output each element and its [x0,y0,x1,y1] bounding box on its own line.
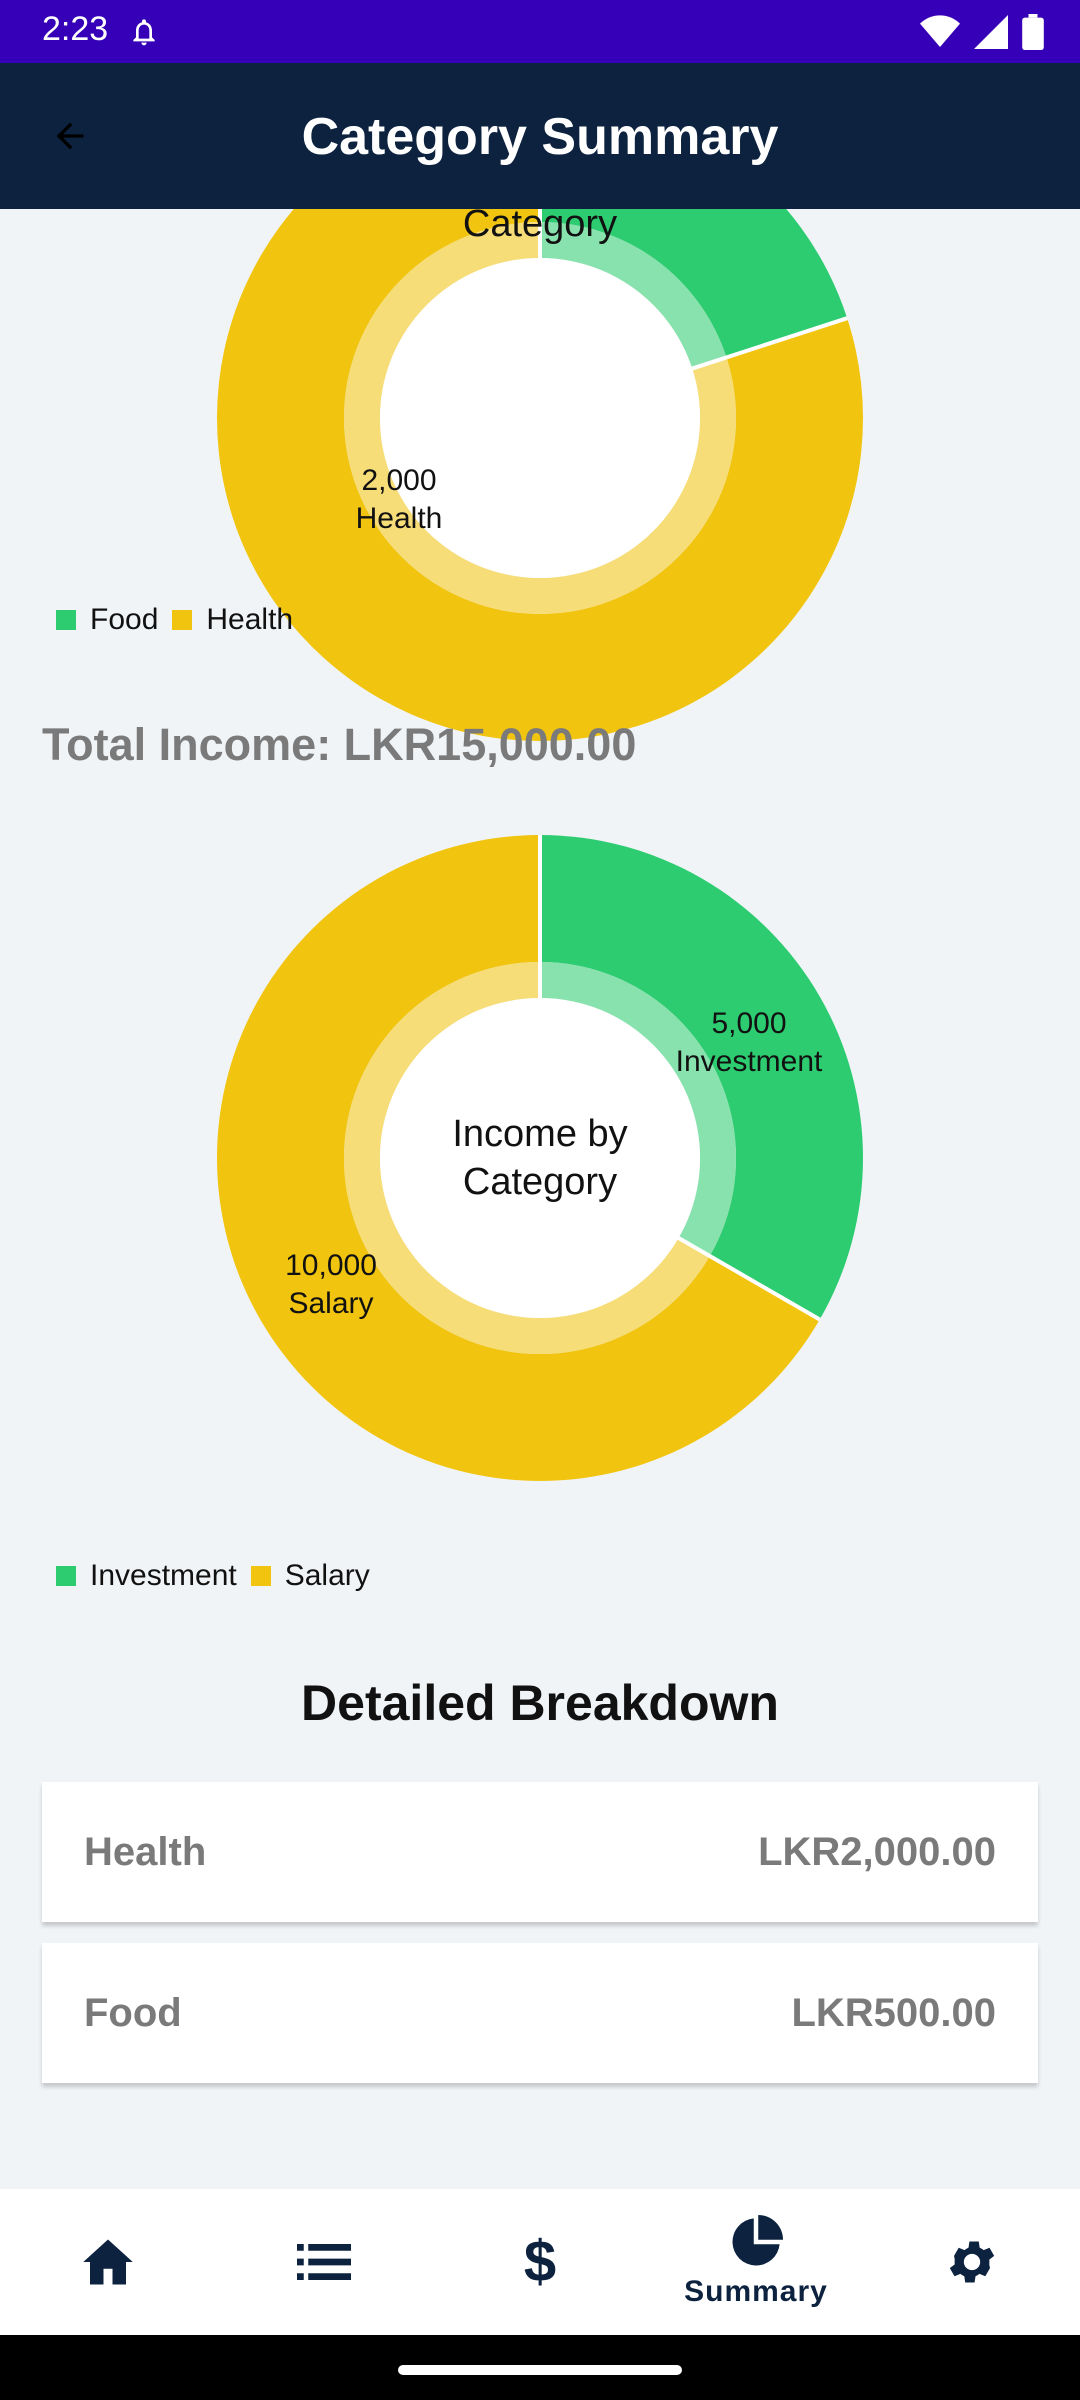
breakdown-category: Food [84,1991,182,2035]
legend-swatch-investment [56,1566,76,1586]
legend-label-salary: Salary [284,1559,370,1592]
dollar-icon: $ [523,2229,557,2294]
breakdown-amount: LKR500.00 [791,1991,996,2035]
investment-slice-value: 5,000 [711,1007,787,1040]
income-center-line1: Income by [452,1113,628,1155]
legend-label-investment: Investment [90,1559,237,1592]
legend-label-food: Food [90,603,159,636]
expense-slice-name: Health [355,502,443,535]
bottom-navigation: $ Summary [0,2189,1080,2335]
breakdown-category: Health [84,1830,207,1874]
battery-icon [1022,14,1044,50]
system-gesture-bar [0,2335,1080,2400]
gear-icon [949,2241,995,2283]
breakdown-title: Detailed Breakdown [301,1675,779,1731]
status-time: 2:23 [42,10,109,48]
legend-swatch-health [172,610,193,630]
legend-swatch-food [56,610,76,630]
app-bar: Category Summary [0,63,1080,209]
page-title: Category Summary [301,108,779,166]
summary-content[interactable]: Category 2,000 Health Food Health Total … [0,209,1080,2189]
legend-label-health: Health [206,603,294,636]
expense-slice-label-health: 2,000 Health [356,462,443,538]
salary-slice-name: Salary [288,1287,374,1320]
nav-transactions[interactable] [216,2189,432,2335]
nav-summary[interactable]: Summary [648,2189,864,2335]
gesture-handle[interactable] [398,2365,682,2375]
income-center-line2: Category [462,1161,618,1203]
income-slice-label-investment: 5,000 Investment [676,1005,823,1081]
investment-slice-name: Investment [675,1045,823,1078]
pie-chart-icon [732,2215,783,2266]
nav-summary-label: Summary [684,2275,828,2308]
breakdown-row-health[interactable]: Health LKR2,000.00 [42,1782,1038,1922]
income-chart-center-label: Income by Category [217,1110,863,1206]
legend-item-food: Food [56,603,158,637]
legend-item-investment: Investment [56,1559,237,1593]
income-slice-label-salary: 10,000 Salary [285,1247,377,1323]
breakdown-amount: LKR2,000.00 [758,1830,996,1874]
expense-slice-value: 2,000 [361,464,437,497]
legend-item-salary: Salary [250,1559,370,1593]
legend-item-health: Health [172,603,293,637]
breakdown-row-food[interactable]: Food LKR500.00 [42,1943,1038,2083]
wifi-icon [920,15,960,47]
expense-donut-chart: Category 2,000 Health [217,209,863,741]
expense-legend: Food Health [56,603,307,637]
nav-budget[interactable]: $ [432,2189,648,2335]
legend-swatch-salary [250,1566,271,1586]
expense-chart-center-label: Category [462,209,618,245]
expense-donut-svg [217,209,863,741]
total-income-label: Total Income: LKR15,000.00 [42,719,637,770]
salary-slice-value: 10,000 [285,1249,377,1282]
signal-icon [974,15,1008,49]
status-bar: 2:23 [0,0,1080,63]
nav-home[interactable] [0,2189,216,2335]
nav-settings[interactable] [864,2189,1080,2335]
status-icons [920,12,1044,52]
home-icon [83,2239,133,2285]
income-donut-chart: Income by Category 5,000 Investment 10,0… [217,835,863,1481]
list-icon [297,2244,351,2280]
income-legend: Investment Salary [56,1559,384,1593]
notification-bell-icon [133,19,155,46]
